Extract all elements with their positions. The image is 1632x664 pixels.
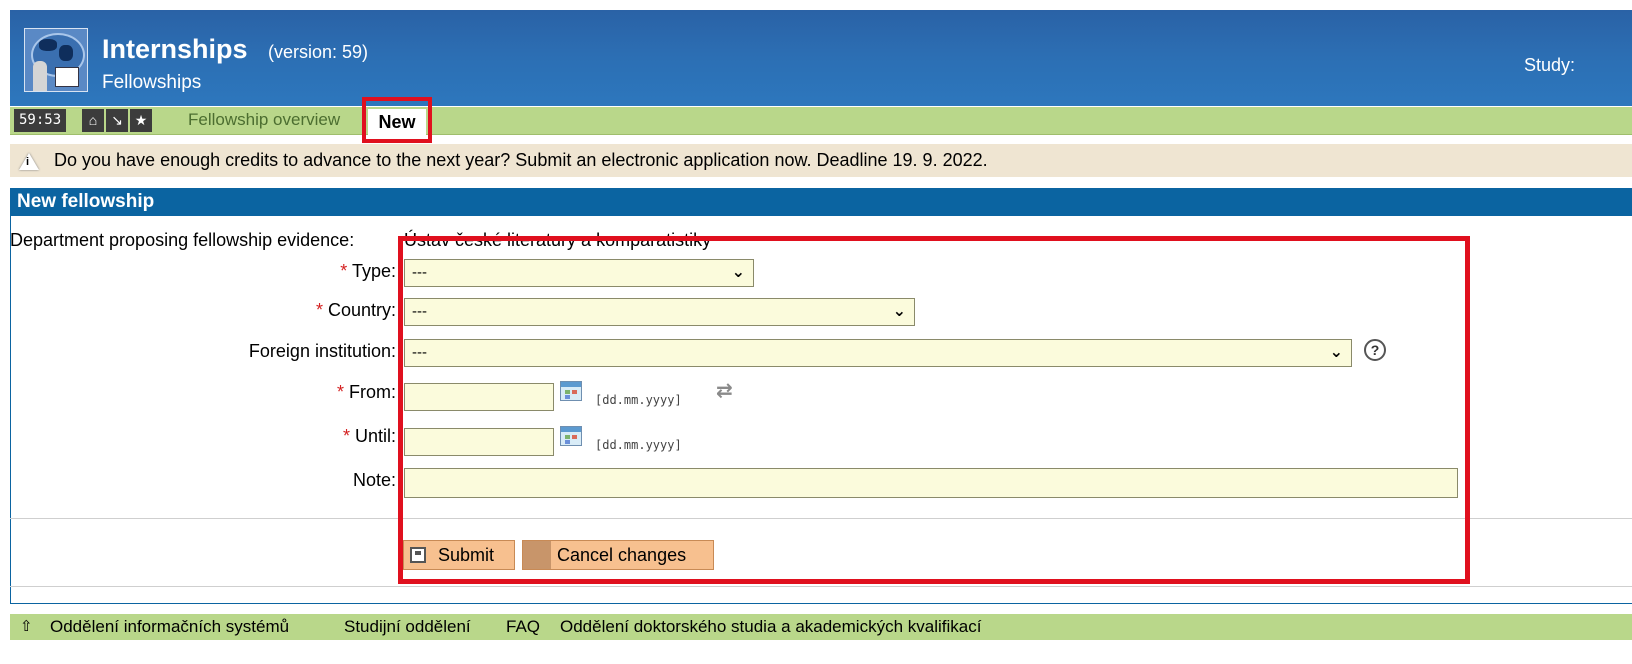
- from-label: * From:: [336, 382, 396, 402]
- footer-link-study-department[interactable]: Studijní oddělení: [344, 614, 471, 640]
- footer-bar: ⇧ Oddělení informačních systémů Studijní…: [10, 614, 1632, 640]
- department-label: Department proposing fellowship evidence…: [10, 230, 355, 250]
- tab-fellowship-overview[interactable]: Fellowship overview: [188, 107, 340, 134]
- study-selector[interactable]: Study:: [1524, 55, 1575, 76]
- tab-new[interactable]: New: [368, 109, 426, 135]
- note-label: Note:: [352, 470, 396, 490]
- notice-banner: i Do you have enough credits to advance …: [10, 144, 1632, 177]
- arrow-icon[interactable]: ↘: [106, 109, 128, 132]
- app-subtitle: Fellowships: [102, 72, 202, 93]
- up-arrow-icon[interactable]: ⇧: [20, 614, 33, 640]
- country-label: * Country:: [315, 300, 396, 320]
- app-title: Internships: [102, 34, 248, 64]
- footer-link-doctoral-studies[interactable]: Oddělení doktorského studia a akademický…: [560, 614, 981, 640]
- form-highlight-box: [398, 236, 1470, 584]
- tab-bar: 59:53 ⌂ ↘ ★ Fellowship overview: [10, 107, 1632, 135]
- app-version: (version: 59): [268, 42, 369, 62]
- notice-text: Do you have enough credits to advance to…: [54, 150, 988, 170]
- app-header: Internships (version: 59) Fellowships St…: [10, 10, 1632, 106]
- footer-link-information-systems[interactable]: Oddělení informačních systémů: [50, 614, 289, 640]
- footer-link-faq[interactable]: FAQ: [506, 614, 540, 640]
- home-icon[interactable]: ⌂: [82, 109, 104, 132]
- institution-label: Foreign institution:: [248, 341, 396, 361]
- type-label: * Type:: [340, 261, 396, 281]
- until-label: * Until:: [342, 426, 396, 446]
- divider: [10, 586, 1632, 587]
- session-timer: 59:53: [14, 109, 67, 132]
- app-logo: [24, 28, 88, 92]
- star-icon[interactable]: ★: [130, 109, 152, 132]
- panel-title: New fellowship: [10, 188, 1632, 216]
